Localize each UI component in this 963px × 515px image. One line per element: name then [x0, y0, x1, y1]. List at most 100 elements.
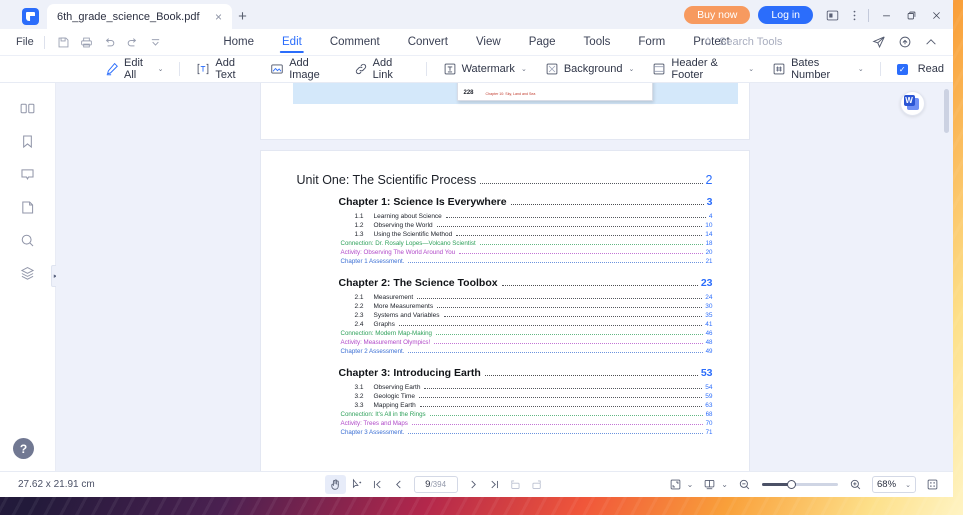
toc-connection-row[interactable]: Connection: Dr. Rosaly Lopes—Volcano Sci… — [341, 240, 713, 247]
toc-section-title: Graphs — [373, 321, 395, 328]
toc-connection-row[interactable]: Connection: It's All in the Rings 68 — [341, 411, 713, 418]
toc-section-number: 2.1 — [354, 294, 364, 301]
document-page[interactable]: Unit One: The Scientific Process 2 Chapt… — [259, 150, 750, 471]
toc-activity-row[interactable]: Activity: Trees and Maps 70 — [341, 420, 713, 427]
toc-assessment-row[interactable]: Chapter 3 Assessment. 71 — [341, 429, 713, 436]
tab-convert[interactable]: Convert — [394, 29, 462, 55]
read-toggle[interactable]: ✓ Read — [888, 58, 953, 80]
toc-section-row[interactable]: 1.3 Using the Scientific Method 14 — [355, 231, 713, 238]
tab-edit[interactable]: Edit — [268, 29, 316, 55]
sidebar-item-layers[interactable] — [13, 258, 43, 288]
tab-page[interactable]: Page — [515, 29, 570, 55]
new-tab-button[interactable]: + — [232, 4, 254, 28]
cloud-upload-icon[interactable] — [893, 31, 917, 53]
background-label: Background — [563, 63, 623, 75]
toc-section-row[interactable]: 2.4 Graphs 41 — [355, 321, 713, 328]
toc-section-page: 63 — [705, 402, 713, 409]
zoom-level-select[interactable]: 68% ⌄ — [872, 476, 916, 493]
background-button[interactable]: Background ⌄ — [536, 58, 644, 80]
page-layout-icon[interactable] — [699, 475, 720, 494]
first-page-button[interactable] — [367, 475, 388, 494]
save-icon[interactable] — [52, 32, 75, 52]
toc-activity-title: Activity: Trees and Maps — [340, 420, 408, 427]
zoom-slider-handle[interactable] — [787, 480, 797, 489]
toc-section-row[interactable]: 2.2 More Measurements 30 — [355, 303, 713, 310]
bates-number-button[interactable]: Bates Number ⌄ — [763, 57, 873, 81]
next-page-button[interactable] — [463, 475, 484, 494]
buy-now-button[interactable]: Buy now — [684, 6, 751, 24]
sidebar-item-search[interactable] — [13, 225, 43, 255]
log-in-button[interactable]: Log in — [758, 6, 813, 24]
document-tab[interactable]: 6th_grade_science_Book.pdf × — [47, 4, 232, 29]
previous-page-partial: 228 Chapter 10: Sky, Land and Sea — [259, 83, 750, 140]
toc-chapter-row[interactable]: Chapter 2: The Science Toolbox 23 — [339, 277, 713, 289]
toc-section-row[interactable]: 1.2 Observing the World 10 — [355, 222, 713, 229]
sidebar-item-thumbnails[interactable] — [13, 93, 43, 123]
tab-comment[interactable]: Comment — [316, 29, 394, 55]
toc-section-row[interactable]: 3.1 Observing Earth 54 — [355, 384, 713, 391]
add-image-button[interactable]: Add Image — [261, 57, 344, 81]
select-tool-icon[interactable] — [346, 475, 367, 494]
minimize-button[interactable] — [874, 5, 899, 25]
document-viewer[interactable]: 228 Chapter 10: Sky, Land and Sea Unit O… — [56, 83, 953, 471]
share-icon[interactable] — [867, 31, 891, 53]
close-window-button[interactable] — [924, 5, 949, 25]
edit-all-button[interactable]: Edit All ⌄ — [96, 57, 172, 81]
tab-tools[interactable]: Tools — [570, 29, 625, 55]
collapse-ribbon-icon[interactable] — [919, 31, 943, 53]
toc-section-row[interactable]: 1.1 Learning about Science 4 — [355, 213, 713, 220]
toc-unit-row[interactable]: Unit One: The Scientific Process 2 — [297, 173, 713, 187]
toc-section-row[interactable]: 3.2 Geologic Time 59 — [355, 393, 713, 400]
titlebar-divider — [868, 8, 869, 22]
zoom-in-button[interactable] — [845, 475, 866, 494]
toc-chapter-row[interactable]: Chapter 1: Science Is Everywhere 3 — [339, 196, 713, 208]
add-text-button[interactable]: Add Text — [187, 57, 261, 81]
tab-view[interactable]: View — [462, 29, 515, 55]
sidebar-item-pages[interactable] — [13, 192, 43, 222]
toc-assessment-row[interactable]: Chapter 1 Assessment. 21 — [341, 258, 713, 265]
toc-section-row[interactable]: 2.1 Measurement 24 — [355, 294, 713, 301]
last-page-button[interactable] — [484, 475, 505, 494]
toc-assessment-page: 49 — [705, 348, 713, 355]
sidebar-item-bookmarks[interactable] — [13, 126, 43, 156]
undo-icon[interactable] — [98, 32, 121, 52]
sidebar-item-comments[interactable] — [13, 159, 43, 189]
search-tools[interactable]: Search Tools — [702, 36, 782, 48]
page-number-input[interactable]: 9 /394 — [413, 476, 458, 493]
zoom-slider[interactable] — [762, 478, 838, 491]
zoom-out-button[interactable] — [734, 475, 755, 494]
rotate-left-icon[interactable] — [505, 475, 526, 494]
feedback-icon[interactable] — [821, 5, 843, 25]
more-menu-icon[interactable] — [843, 5, 865, 25]
maximize-button[interactable] — [899, 5, 924, 25]
file-menu[interactable]: File — [16, 36, 34, 48]
previous-page-button[interactable] — [388, 475, 409, 494]
redo-icon[interactable] — [121, 32, 144, 52]
toc-section-row[interactable]: 3.3 Mapping Earth 63 — [355, 402, 713, 409]
quick-access-dropdown-icon[interactable] — [144, 32, 167, 52]
fit-page-dropdown-icon[interactable]: ⌄ — [687, 480, 694, 489]
convert-to-word-button[interactable]: W — [900, 91, 925, 116]
help-button[interactable]: ? — [13, 438, 34, 459]
close-tab-icon[interactable]: × — [212, 10, 226, 24]
print-icon[interactable] — [75, 32, 98, 52]
tab-form[interactable]: Form — [624, 29, 679, 55]
hand-tool-icon[interactable] — [324, 475, 346, 494]
vertical-scrollbar[interactable] — [944, 89, 949, 133]
header-footer-button[interactable]: Header & Footer ⌄ — [643, 57, 763, 81]
checkbox-icon[interactable]: ✓ — [896, 63, 908, 75]
dot-leader — [435, 334, 703, 335]
rotate-right-icon[interactable] — [526, 475, 547, 494]
tab-home[interactable]: Home — [209, 29, 268, 55]
watermark-button[interactable]: Watermark ⌄ — [434, 58, 536, 80]
toc-chapter-row[interactable]: Chapter 3: Introducing Earth 53 — [339, 367, 713, 379]
toc-section-row[interactable]: 2.3 Systems and Variables 35 — [355, 312, 713, 319]
add-link-button[interactable]: Add Link — [345, 57, 419, 81]
toc-connection-row[interactable]: Connection: Modern Map-Making 46 — [341, 330, 713, 337]
toc-activity-row[interactable]: Activity: Observing The World Around You… — [341, 249, 713, 256]
fullscreen-button[interactable] — [922, 475, 943, 494]
fit-page-icon[interactable] — [665, 475, 686, 494]
toc-assessment-row[interactable]: Chapter 2 Assessment. 49 — [341, 348, 713, 355]
page-layout-dropdown-icon[interactable]: ⌄ — [721, 480, 728, 489]
toc-activity-row[interactable]: Activity: Measurement Olympics! 48 — [341, 339, 713, 346]
